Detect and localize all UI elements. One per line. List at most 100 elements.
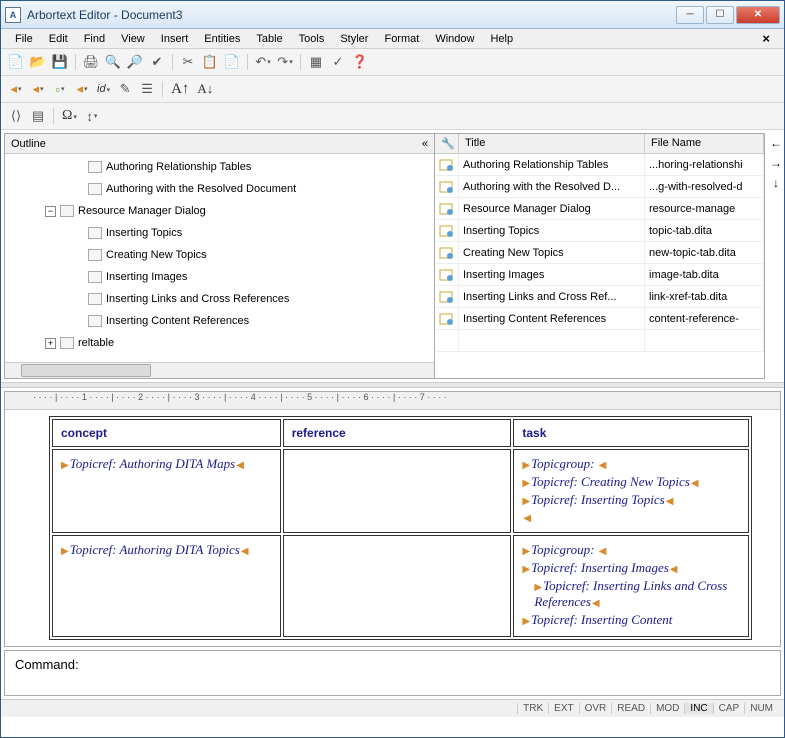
menu-help[interactable]: Help — [482, 31, 521, 47]
outline-tree[interactable]: Authoring Relationship TablesAuthoring w… — [5, 154, 434, 362]
tree-row[interactable]: Authoring with the Resolved Document — [5, 178, 434, 200]
topic-icon — [88, 249, 102, 261]
paste-icon[interactable]: 📄 — [223, 53, 241, 71]
reltable-cell[interactable] — [283, 535, 512, 637]
print-icon[interactable]: 🖨 — [82, 53, 100, 71]
outline-hscroll[interactable] — [5, 362, 434, 378]
tree-row[interactable]: Inserting Images — [5, 266, 434, 288]
tag3-icon[interactable]: ▫ — [51, 80, 69, 98]
close-document-button[interactable]: × — [754, 29, 778, 48]
th-icon[interactable]: 🔧 — [435, 134, 459, 153]
menu-tools[interactable]: Tools — [291, 31, 333, 47]
decrease-font-icon[interactable]: A↓ — [195, 81, 215, 97]
collapse-outline-icon[interactable]: « — [422, 138, 428, 150]
table-body[interactable]: Authoring Relationship Tables...horing-r… — [435, 154, 764, 378]
id-tool-icon[interactable]: id — [95, 83, 112, 95]
menu-edit[interactable]: Edit — [41, 31, 76, 47]
menu-file[interactable]: File — [7, 31, 41, 47]
topicref-tag: Topicgroup: — [522, 542, 606, 557]
menu-entities[interactable]: Entities — [196, 31, 248, 47]
minimize-button[interactable]: ─ — [676, 6, 704, 24]
tree-row[interactable]: Authoring Relationship Tables — [5, 156, 434, 178]
element-icon[interactable]: ⟨⟩ — [7, 107, 25, 125]
menu-view[interactable]: View — [113, 31, 153, 47]
close-button[interactable]: ✕ — [736, 6, 780, 24]
arrow-left-icon[interactable]: ← — [770, 136, 782, 150]
topic-icon — [60, 205, 74, 217]
undo-icon[interactable]: ↶ — [254, 53, 272, 71]
tag2-icon[interactable]: ◂ — [29, 80, 47, 98]
horizontal-splitter[interactable] — [1, 382, 784, 388]
list-icon[interactable]: ☰ — [138, 80, 156, 98]
table-row[interactable]: Authoring Relationship Tables...horing-r… — [435, 154, 764, 176]
document-area[interactable]: concept reference task Topicref: Authori… — [5, 410, 780, 646]
row-file: new-topic-tab.dita — [645, 242, 764, 263]
validate-icon[interactable]: ✓ — [329, 53, 347, 71]
command-label: Command: — [15, 657, 79, 672]
save-icon[interactable]: 💾 — [51, 53, 69, 71]
preview-icon[interactable]: 🔍 — [104, 53, 122, 71]
table-row[interactable]: Inserting Imagesimage-tab.dita — [435, 264, 764, 286]
menu-window[interactable]: Window — [427, 31, 482, 47]
tree-label: Resource Manager Dialog — [78, 205, 206, 217]
redo-icon[interactable]: ↷ — [276, 53, 294, 71]
open-icon[interactable]: 📂 — [29, 53, 47, 71]
status-mod: MOD — [650, 703, 684, 714]
tree-label: Inserting Content References — [106, 315, 249, 327]
find-icon[interactable]: 🔎 — [126, 53, 144, 71]
tag-icon[interactable]: ◂ — [7, 80, 25, 98]
topic-icon — [60, 337, 74, 349]
help-icon[interactable]: ❓ — [351, 53, 369, 71]
omega-icon[interactable]: Ω — [60, 108, 79, 124]
tree-row[interactable]: Creating New Topics — [5, 244, 434, 266]
topicref-tag: Topicref: Authoring DITA Maps — [61, 456, 244, 471]
menu-format[interactable]: Format — [376, 31, 427, 47]
menu-table[interactable]: Table — [248, 31, 290, 47]
row-icon — [435, 176, 459, 197]
edit-tag-icon[interactable]: ✎ — [116, 80, 134, 98]
table-icon[interactable]: ▦ — [307, 53, 325, 71]
arrow-right-icon[interactable]: → — [770, 156, 782, 170]
tree-expander[interactable]: − — [45, 206, 56, 217]
table-row[interactable]: Inserting Content Referencescontent-refe… — [435, 308, 764, 330]
copy-icon[interactable]: 📋 — [201, 53, 219, 71]
window-controls: ─ ☐ ✕ — [676, 6, 780, 24]
tree-expander[interactable]: + — [45, 338, 56, 349]
arrow-down-icon[interactable]: ↓ — [773, 176, 779, 190]
spellcheck-icon[interactable]: ✔ — [148, 53, 166, 71]
new-icon[interactable]: 📄 — [7, 53, 25, 71]
table-row[interactable]: Inserting Links and Cross Ref...link-xre… — [435, 286, 764, 308]
th-title[interactable]: Title — [459, 134, 645, 153]
vspace-icon[interactable]: ↕ — [83, 107, 101, 125]
tree-row[interactable]: − Resource Manager Dialog — [5, 200, 434, 222]
reltable-cell[interactable]: Topicref: Authoring DITA Maps — [52, 449, 281, 533]
table-row[interactable]: Creating New Topicsnew-topic-tab.dita — [435, 242, 764, 264]
reltable-cell[interactable]: Topicref: Authoring DITA Topics — [52, 535, 281, 637]
maximize-button[interactable]: ☐ — [706, 6, 734, 24]
side-arrow-controls: ← → ↓ — [768, 130, 784, 382]
row-file: ...g-with-resolved-d — [645, 176, 764, 197]
row-title: Authoring with the Resolved D... — [459, 176, 645, 197]
row-icon — [435, 308, 459, 329]
th-file[interactable]: File Name — [645, 134, 764, 153]
table-row[interactable]: Authoring with the Resolved D......g-wit… — [435, 176, 764, 198]
increase-font-icon[interactable]: A↑ — [169, 81, 191, 98]
tree-row[interactable]: +reltable — [5, 332, 434, 354]
tree-row[interactable]: Inserting Content References — [5, 310, 434, 332]
table-row[interactable] — [435, 330, 764, 352]
reltable-cell[interactable]: Topicgroup: Topicref: Creating New Topic… — [513, 449, 749, 533]
tree-row[interactable]: Inserting Links and Cross References — [5, 288, 434, 310]
tag4-icon[interactable]: ◂ — [73, 80, 91, 98]
menu-insert[interactable]: Insert — [153, 31, 197, 47]
attr-icon[interactable]: ▤ — [29, 107, 47, 125]
reltable-cell[interactable] — [283, 449, 512, 533]
row-file: link-xref-tab.dita — [645, 286, 764, 307]
command-area[interactable]: Command: — [4, 650, 781, 696]
tree-row[interactable]: Inserting Topics — [5, 222, 434, 244]
table-row[interactable]: Resource Manager Dialogresource-manage — [435, 198, 764, 220]
menu-styler[interactable]: Styler — [332, 31, 376, 47]
table-row[interactable]: Inserting Topicstopic-tab.dita — [435, 220, 764, 242]
cut-icon[interactable]: ✂ — [179, 53, 197, 71]
reltable-cell[interactable]: Topicgroup: Topicref: Inserting ImagesTo… — [513, 535, 749, 637]
menu-find[interactable]: Find — [76, 31, 113, 47]
